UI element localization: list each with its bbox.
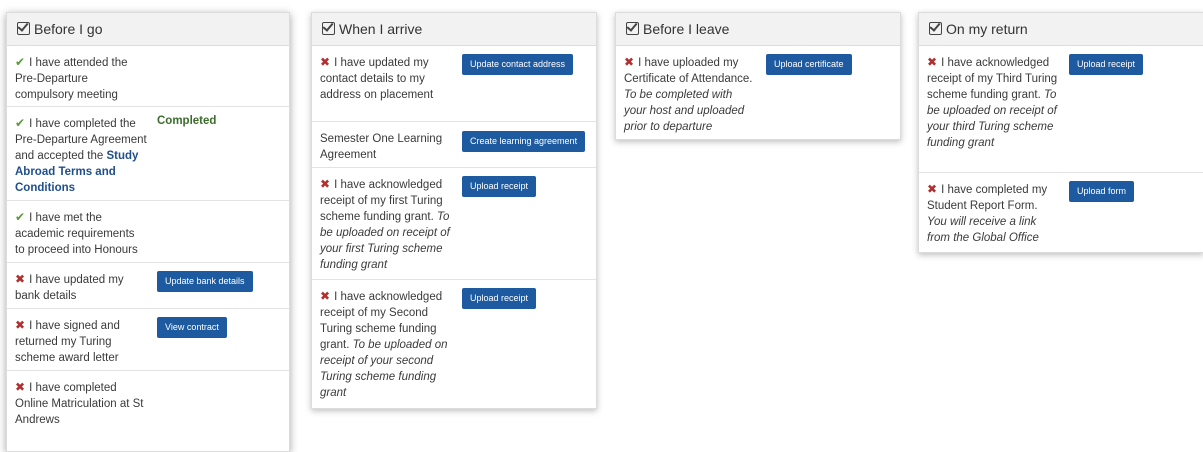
card-before-i-leave: Before I leave ✖ I have uploaded my Certi…: [615, 12, 901, 140]
checkbox-checked-icon: [322, 22, 335, 35]
checkbox-checked-icon: [929, 22, 942, 35]
item-text: Semester One Learning Agreement: [320, 133, 443, 161]
view-contract-button[interactable]: View contract: [157, 317, 227, 338]
checklist-row: ✖ I have updated my bank details Update b…: [7, 263, 289, 309]
upload-receipt-button[interactable]: Upload receipt: [1069, 54, 1144, 75]
checkbox-checked-icon: [626, 22, 639, 35]
checklist-row: ✔ I have attended the Pre-Departure compu…: [7, 46, 289, 107]
card-title: Before I leave: [643, 21, 730, 37]
checklist-row: ✖ I have signed and returned my Turing sc…: [7, 309, 289, 371]
card-title: On my return: [946, 21, 1028, 37]
item-note: To be completed with your host and uploa…: [624, 89, 745, 133]
cross-icon: ✖: [320, 289, 331, 303]
card-title: Before I go: [34, 21, 103, 37]
cross-icon: ✖: [927, 182, 938, 196]
item-note: You will receive a link from the Global …: [927, 216, 1039, 244]
card-header: Before I leave: [616, 13, 900, 46]
item-text: I have uploaded my Certificate of Attend…: [624, 57, 753, 85]
item-text: I have acknowledged receipt of my Third …: [927, 57, 1058, 101]
checkbox-checked-icon: [17, 22, 30, 35]
item-text: I have signed and returned my Turing sch…: [15, 320, 120, 364]
item-text: I have met the academic requirements to …: [15, 212, 138, 256]
checklist-row: ✖ I have acknowledged receipt of my Third…: [919, 46, 1203, 173]
checklist-row: ✖ I have uploaded my Certificate of Atten…: [616, 46, 900, 140]
checklist-row: ✖ I have completed my Student Report Form…: [919, 173, 1203, 253]
cross-icon: ✖: [320, 55, 331, 69]
item-text: I have completed my Student Report Form.: [927, 184, 1048, 212]
update-bank-details-button[interactable]: Update bank details: [157, 271, 253, 292]
checklist-row: Semester One Learning Agreement Create l…: [312, 122, 596, 168]
completed-badge: Completed: [157, 115, 217, 127]
checklist-row: ✔ I have completed the Pre-Departure Agre…: [7, 107, 289, 201]
checklist-row: ✖ I have updated my contact details to my…: [312, 46, 596, 122]
item-text: I have updated my bank details: [15, 274, 124, 302]
card-header: When I arrive: [312, 13, 596, 46]
check-icon: ✔: [15, 55, 26, 69]
item-text: I have attended the Pre-Departure compul…: [15, 57, 128, 101]
item-text: I have completed Online Matriculation at…: [15, 382, 144, 426]
check-icon: ✔: [15, 116, 26, 130]
cross-icon: ✖: [15, 272, 26, 286]
item-text: I have updated my contact details to my …: [320, 57, 434, 101]
card-before-i-go: Before I go ✔ I have attended the Pre-Dep…: [6, 12, 290, 452]
update-contact-address-button[interactable]: Update contact address: [462, 54, 574, 75]
cross-icon: ✖: [320, 177, 331, 191]
upload-receipt-button[interactable]: Upload receipt: [462, 288, 537, 309]
upload-certificate-button[interactable]: Upload certificate: [766, 54, 852, 75]
upload-form-button[interactable]: Upload form: [1069, 181, 1135, 202]
card-on-my-return: On my return ✖ I have acknowledged receip…: [918, 12, 1203, 253]
create-learning-agreement-button[interactable]: Create learning agreement: [462, 131, 586, 152]
checklist-row: ✔ I have met the academic requirements to…: [7, 201, 289, 263]
checklist-row: ✖ I have completed Online Matriculation a…: [7, 371, 289, 441]
checklist-row: ✖ I have acknowledged receipt of my first…: [312, 168, 596, 280]
card-title: When I arrive: [339, 21, 423, 37]
card-header: Before I go: [7, 13, 289, 46]
item-text: I have acknowledged receipt of my first …: [320, 179, 443, 223]
checklist-row: ✖ I have acknowledged receipt of my Secon…: [312, 280, 596, 408]
card-when-i-arrive: When I arrive ✖ I have updated my contact…: [311, 12, 597, 409]
cross-icon: ✖: [15, 380, 26, 394]
upload-receipt-button[interactable]: Upload receipt: [462, 176, 537, 197]
check-icon: ✔: [15, 210, 26, 224]
card-header: On my return: [919, 13, 1203, 46]
cross-icon: ✖: [624, 55, 635, 69]
cross-icon: ✖: [15, 318, 26, 332]
cross-icon: ✖: [927, 55, 938, 69]
